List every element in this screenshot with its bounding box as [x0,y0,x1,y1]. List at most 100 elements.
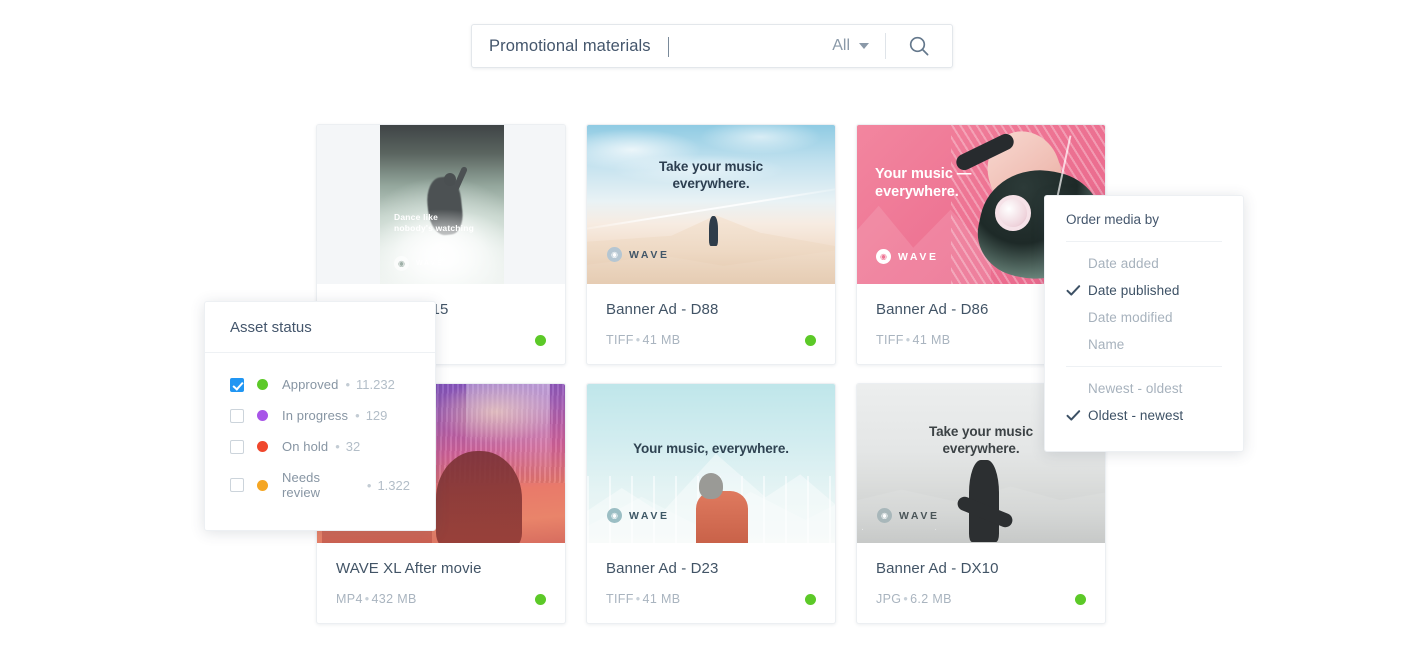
status-badge [805,593,816,605]
order-option-label: Date published [1088,283,1180,298]
chevron-down-icon [859,43,869,49]
order-option-newest-oldest[interactable]: Newest - oldest [1045,375,1243,402]
media-card-fileinfo: TIFF•41 MB [876,333,950,347]
text-cursor [668,37,669,57]
order-option-date-modified[interactable]: Date modified [1045,304,1243,331]
wave-mark-icon: ◉ [877,508,892,523]
media-card-fileinfo: JPG • 6.2 MB [876,592,952,606]
status-badge [535,593,546,605]
wave-logo: ◉ WAVE [877,508,940,523]
meta-separator: • [905,333,911,347]
asset-status-item-needs-review[interactable]: Needs review • 1.322 [205,462,435,508]
wave-logo: ◉ WAVE [394,256,443,271]
asset-status-item-in-progress[interactable]: In progress • 129 [205,400,435,431]
order-media-panel: Order media by Date added Date published… [1044,195,1244,452]
order-option-oldest-newest[interactable]: Oldest - newest [1045,402,1243,429]
order-option-label: Name [1088,337,1125,352]
wave-wordmark: WAVE [899,509,940,522]
asset-status-label: On hold [282,439,329,454]
count-value: 1.322 [377,477,410,493]
media-thumbnail[interactable]: Dance like nobody's watching ◉ WAVE [317,125,565,284]
media-card-fileinfo: MP4 • 432 MB [336,592,417,606]
file-size: 41 MB [912,333,951,347]
meta-separator: • [635,592,641,606]
search-input[interactable] [472,36,827,56]
asset-status-count: • 1.322 [367,478,410,493]
media-card-meta: MP4 • 432 MB [336,592,546,606]
file-format: TIFF [606,592,634,606]
asset-status-count: • 11.232 [345,377,394,392]
search-icon [908,35,930,57]
order-media-title: Order media by [1066,212,1160,227]
wave-logo: ◉ WAVE [607,508,670,523]
order-option-name[interactable]: Name [1045,331,1243,358]
meta-separator: • [903,592,909,606]
asset-status-item-approved[interactable]: Approved • 11.232 [205,369,435,400]
count-value: 11.232 [356,377,395,392]
count-separator: • [366,477,372,493]
media-card-body: Banner Ad - D88 TIFF • 41 MB [587,284,835,364]
thumbnail-caption: Take your music everywhere. [658,159,764,191]
meta-separator: • [364,592,370,606]
file-format: TIFF [876,333,904,347]
count-value: 32 [345,439,361,454]
search-button[interactable] [886,25,952,67]
checkbox-on-hold[interactable] [230,439,244,454]
media-card[interactable]: Take your music everywhere. ◉ WAVE Banne… [586,124,836,365]
file-size: 6.2 MB [910,592,952,606]
search-bar[interactable]: All [471,24,953,68]
media-card[interactable]: Your music, everywhere. ◉ WAVE Banner Ad… [586,383,836,624]
checkbox-needs-review[interactable] [230,478,244,492]
asset-status-panel: Asset status Approved • 11.232 In progres… [204,301,436,531]
status-badge [535,334,546,346]
media-card-meta: TIFF•41 MB [606,333,816,347]
checkbox-in-progress[interactable] [230,408,244,423]
search-scope-dropdown[interactable]: All [826,37,885,55]
checkbox-approved[interactable] [230,377,244,392]
asset-status-count: • 32 [335,439,360,454]
asset-status-title: Asset status [205,302,435,353]
wave-mark-icon: ◉ [394,256,409,271]
order-option-date-added[interactable]: Date added [1045,250,1243,277]
count-separator: • [355,408,360,423]
media-card-title: Banner Ad - D23 [606,560,719,577]
order-option-date-published[interactable]: Date published [1045,277,1243,304]
asset-status-count: • 129 [355,408,387,423]
media-thumbnail[interactable]: Take your music everywhere. ◉ WAVE [587,125,835,284]
media-card-body: WAVE XL After movie MP4 • 432 MB [317,543,565,623]
status-dot-approved [257,379,268,390]
file-format: MP4 [336,592,363,606]
media-card-body: Banner Ad - DX10 JPG • 6.2 MB [857,543,1105,623]
status-badge [1075,593,1086,605]
asset-status-label: Approved [282,377,339,392]
order-option-label: Oldest - newest [1088,408,1184,423]
count-separator: • [335,439,340,454]
media-card-meta: JPG • 6.2 MB [876,592,1086,606]
check-icon [1066,409,1088,422]
media-card-fileinfo: TIFF•41 MB [606,333,680,347]
media-thumbnail[interactable]: Your music, everywhere. ◉ WAVE [587,384,835,543]
asset-status-item-on-hold[interactable]: On hold • 32 [205,431,435,462]
status-dot-on-hold [257,441,268,452]
order-direction-group: Newest - oldest Oldest - newest [1045,367,1243,437]
file-size: 41 MB [642,333,681,347]
file-size: 41 MB [642,592,681,606]
media-card-body: Banner Ad - D23 TIFF • 41 MB [587,543,835,623]
asset-status-label: Needs review [282,470,321,500]
media-card-meta: TIFF•41 MB [606,592,816,606]
wave-mark-icon: ◉ [607,247,622,262]
order-option-label: Newest - oldest [1088,381,1183,396]
asset-status-list: Approved • 11.232 In progress • 129 On hol… [205,353,435,530]
meta-separator: • [635,333,641,347]
wave-wordmark: WAVE [629,509,670,522]
status-badge [805,334,816,346]
order-field-group: Date added Date published Date modified … [1045,242,1243,366]
wave-logo: ◉ WAVE [876,249,939,264]
count-separator: • [345,377,351,392]
thumbnail-caption: Your music — everywhere. [875,166,972,201]
thumbnail-art-dance: Dance like nobody's watching ◉ WAVE [380,125,504,284]
wave-mark-icon: ◉ [876,249,891,264]
wave-mark-icon: ◉ [607,508,622,523]
file-format: TIFF [606,333,634,347]
wave-wordmark: WAVE [416,260,444,267]
